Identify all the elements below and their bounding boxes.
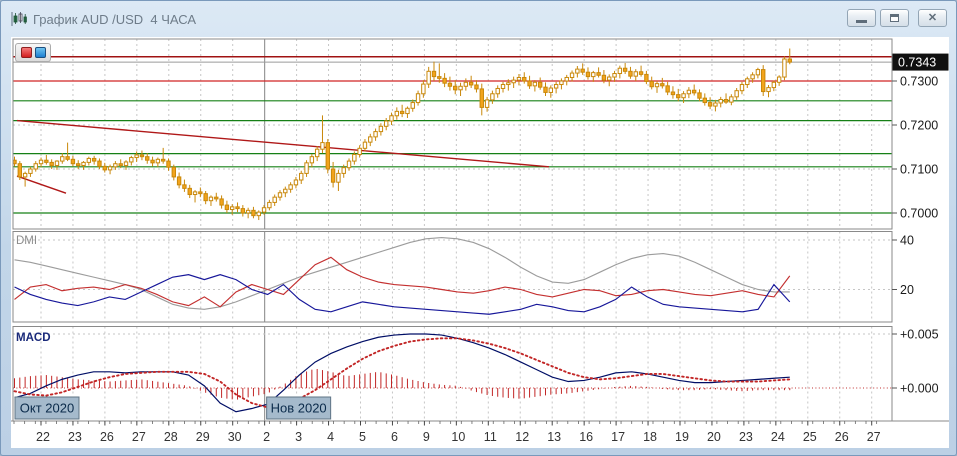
price-scale-label: 0.7100 bbox=[900, 163, 938, 177]
macd-scale-label: +0.005 bbox=[900, 328, 939, 342]
main-price-panel bbox=[13, 39, 892, 229]
month-marker-label: Окт 2020 bbox=[20, 401, 74, 416]
price-scale-label: 0.7300 bbox=[900, 75, 938, 89]
time-axis-label: 16 bbox=[579, 430, 593, 444]
dmi-scale-label: 20 bbox=[900, 283, 914, 297]
chart-toolbar bbox=[15, 43, 51, 62]
close-icon: ✕ bbox=[928, 13, 937, 24]
minimize-icon bbox=[856, 20, 867, 23]
time-axis-label: 24 bbox=[771, 430, 785, 444]
macd-label: MACD bbox=[16, 332, 51, 344]
dmi-label: DMI bbox=[16, 235, 37, 247]
dmi-scale-label: 40 bbox=[900, 234, 914, 248]
time-axis-label: 13 bbox=[547, 430, 561, 444]
month-marker: Окт 2020 bbox=[15, 397, 79, 419]
time-axis-label: 23 bbox=[739, 430, 753, 444]
time-axis-label: 11 bbox=[484, 430, 497, 444]
time-axis-label: 20 bbox=[707, 430, 721, 444]
time-axis-label: 5 bbox=[359, 430, 366, 444]
current-price-value: 0.7343 bbox=[898, 56, 936, 70]
time-axis-label: 27 bbox=[132, 430, 146, 444]
month-marker-label: Нов 2020 bbox=[271, 401, 327, 416]
time-axis-label: 17 bbox=[611, 430, 625, 444]
restore-icon bbox=[890, 14, 899, 22]
window-controls: ✕ bbox=[843, 9, 947, 27]
time-axis-label: 26 bbox=[835, 430, 849, 444]
time-axis-label: 28 bbox=[164, 430, 178, 444]
minimize-button[interactable] bbox=[847, 9, 876, 27]
price-scale-label: 0.7200 bbox=[900, 119, 938, 133]
macd-panel bbox=[13, 327, 892, 422]
time-axis-label: 2 bbox=[263, 430, 270, 444]
macd-scale-label: +0.000 bbox=[900, 382, 939, 396]
candlestick-chart-icon bbox=[9, 11, 27, 27]
chart-canvas[interactable]: DMIMACDОкт 2020Нов 202022232627282930234… bbox=[1, 1, 957, 456]
restore-button[interactable] bbox=[880, 9, 909, 27]
blue-tool-button[interactable] bbox=[35, 47, 46, 58]
time-axis-label: 18 bbox=[643, 430, 657, 444]
close-button[interactable]: ✕ bbox=[918, 9, 947, 27]
time-axis-label: 10 bbox=[451, 430, 465, 444]
time-axis-label: 19 bbox=[675, 430, 689, 444]
red-tool-button[interactable] bbox=[21, 47, 32, 58]
time-axis-label: 3 bbox=[295, 430, 302, 444]
time-axis-label: 9 bbox=[423, 430, 430, 444]
price-scale-label: 0.7000 bbox=[900, 207, 938, 221]
time-axis-label: 22 bbox=[36, 430, 50, 444]
time-axis-label: 27 bbox=[867, 430, 881, 444]
time-axis-label: 29 bbox=[196, 430, 210, 444]
time-axis-label: 25 bbox=[803, 430, 817, 444]
time-axis-label: 12 bbox=[515, 430, 529, 444]
title-bar[interactable]: График AUD /USD 4 ЧАСА ✕ bbox=[1, 1, 956, 37]
time-axis-label: 26 bbox=[100, 430, 114, 444]
time-axis-label: 4 bbox=[327, 430, 334, 444]
price-badge: 0.7343 bbox=[893, 54, 949, 71]
time-axis-label: 6 bbox=[391, 430, 398, 444]
time-axis-label: 23 bbox=[68, 430, 82, 444]
window-title: График AUD /USD 4 ЧАСА bbox=[33, 12, 196, 27]
month-marker: Нов 2020 bbox=[267, 397, 331, 419]
time-axis-label: 30 bbox=[228, 430, 242, 444]
chart-window: График AUD /USD 4 ЧАСА ✕ DMI MACD Окт 2020… bbox=[0, 0, 957, 456]
dmi-panel bbox=[13, 232, 892, 323]
